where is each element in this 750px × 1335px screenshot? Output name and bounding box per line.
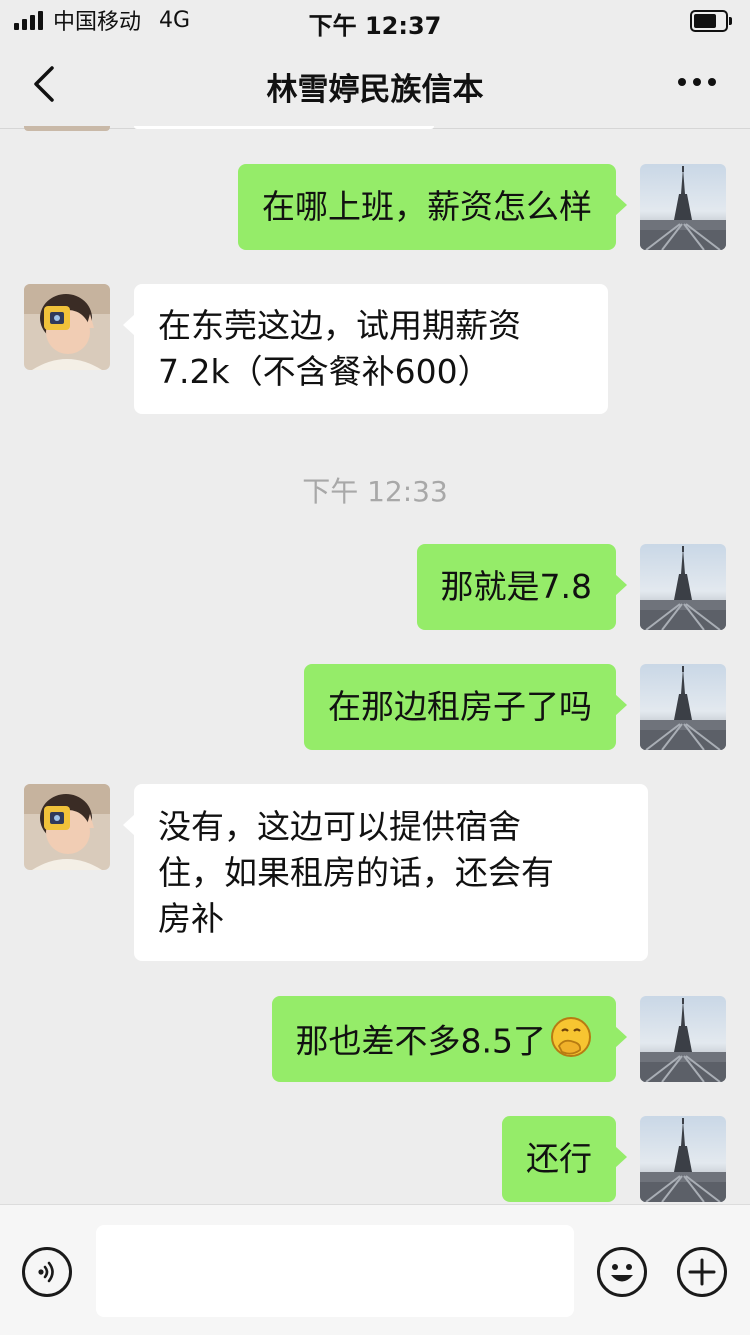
more-dots-icon[interactable] <box>678 78 716 86</box>
voice-icon[interactable] <box>22 1247 72 1297</box>
message-text-line: 住，如果租房的话，还会有 <box>158 853 554 892</box>
hand-over-mouth-emoji <box>550 1016 592 1070</box>
my-avatar[interactable] <box>640 664 726 750</box>
partial-bubble <box>134 126 434 129</box>
message-text-line: 房补 <box>158 899 224 938</box>
message-bubble-sent[interactable]: 那也差不多8.5了 <box>271 996 628 1082</box>
message-bubble-sent[interactable]: 还行 <box>502 1116 627 1202</box>
chat-title: 林雪婷民族信本 <box>266 72 484 108</box>
chat-header: 林雪婷民族信本 <box>0 40 750 129</box>
message-bubble-sent[interactable]: 在那边租房子了吗 <box>304 664 627 750</box>
my-avatar[interactable] <box>640 544 726 630</box>
my-avatar[interactable] <box>640 996 726 1082</box>
message-bubble-received[interactable]: 在东莞这边，试用期薪资 7.2k（不含餐补600） <box>123 284 608 414</box>
message-text-line: 7.2k（不含餐补600） <box>158 352 491 391</box>
chat-timestamp: 下午 12:33 <box>302 475 448 508</box>
status-time: 下午 12:37 <box>308 12 442 40</box>
partial-avatar <box>24 126 110 131</box>
contact-avatar[interactable] <box>24 284 110 370</box>
message-bubble-sent[interactable]: 在哪上班，薪资怎么样 <box>238 164 627 250</box>
message-text: 那就是7.8 <box>440 567 592 606</box>
message-text-line: 在东莞这边，试用期薪资 <box>158 306 521 345</box>
my-avatar[interactable] <box>640 1116 726 1202</box>
battery-icon <box>690 10 732 32</box>
message-text-line: 没有，这边可以提供宿舍 <box>158 807 521 846</box>
message-text: 那也差不多8.5了 <box>295 1021 546 1061</box>
message-text: 在那边租房子了吗 <box>328 687 592 726</box>
message-bubble-sent[interactable]: 那就是7.8 <box>416 544 628 630</box>
smiley-icon[interactable] <box>597 1247 647 1297</box>
my-avatar[interactable] <box>640 164 726 250</box>
contact-avatar[interactable] <box>24 784 110 870</box>
input-bar <box>0 1204 750 1335</box>
message-text: 在哪上班，薪资怎么样 <box>262 187 592 226</box>
status-bar: 中国移动 4G 下午 12:37 <box>0 0 750 40</box>
message-input[interactable] <box>96 1225 574 1317</box>
message-text: 还行 <box>526 1139 592 1178</box>
plus-icon[interactable] <box>677 1247 727 1297</box>
message-bubble-received[interactable]: 没有，这边可以提供宿舍 住，如果租房的话，还会有 房补 <box>123 784 648 961</box>
